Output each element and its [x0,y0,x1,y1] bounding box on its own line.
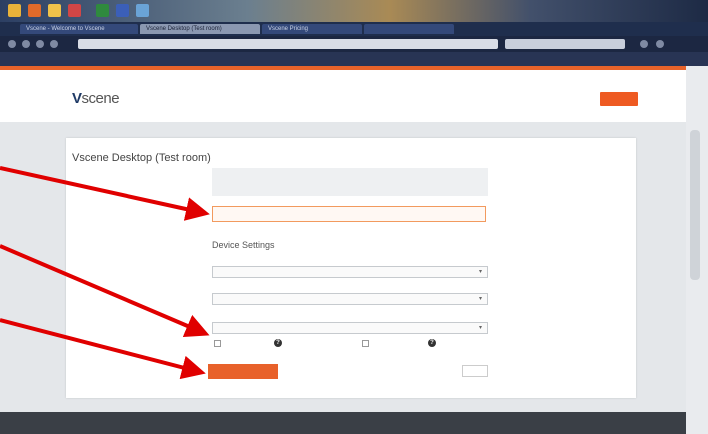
vscene-logo[interactable]: Vscene [72,90,120,107]
microphone-select[interactable]: ▾ [212,293,488,305]
chevron-down-icon: ▾ [479,325,483,331]
search-input[interactable] [505,39,625,49]
join-room-button[interactable] [208,364,278,379]
browser-tab-active[interactable]: Vscene Desktop (Test room) [140,24,260,34]
excel-icon[interactable] [96,4,109,17]
folder-icon[interactable] [48,4,61,17]
taskbar [0,0,708,22]
speaker-select[interactable]: ▾ [212,322,488,334]
home-icon[interactable] [50,40,58,48]
site-footer [0,412,686,434]
reload-icon[interactable] [36,40,44,48]
bookmarks-bar [0,52,708,66]
cancel-button[interactable] [462,365,488,377]
header-action-button[interactable] [600,92,638,106]
menu-icon[interactable] [656,40,664,48]
browser-tab-strip: Vscene - Welcome to Vscene Vscene Deskto… [0,22,708,36]
chevron-down-icon: ▾ [479,269,483,275]
option-checkbox-1[interactable] [214,340,221,347]
help-icon[interactable]: ? [428,339,436,347]
image-icon[interactable] [136,4,149,17]
word-icon[interactable] [116,4,129,17]
url-input[interactable] [78,39,498,49]
info-notice [212,168,488,196]
browser-tab[interactable]: Vscene Pricing [262,24,362,34]
firefox-icon[interactable] [28,4,41,17]
site-header: Vscene [0,66,708,122]
name-field[interactable] [212,206,486,222]
downloads-icon[interactable] [640,40,648,48]
option-checkbox-2[interactable] [362,340,369,347]
media-icon[interactable] [68,4,81,17]
forward-icon[interactable] [22,40,30,48]
browser-tab[interactable]: Vscene - Welcome to Vscene [20,24,138,34]
device-settings-heading: Device Settings [212,240,275,250]
file-explorer-icon[interactable] [8,4,21,17]
address-bar-row [0,36,708,52]
scrollbar-thumb[interactable] [690,130,700,280]
camera-select[interactable]: ▾ [212,266,488,278]
page-title: Vscene Desktop (Test room) [72,152,211,164]
back-icon[interactable] [8,40,16,48]
help-icon[interactable]: ? [274,339,282,347]
chevron-down-icon: ▾ [479,296,483,302]
browser-tab[interactable] [364,24,454,34]
